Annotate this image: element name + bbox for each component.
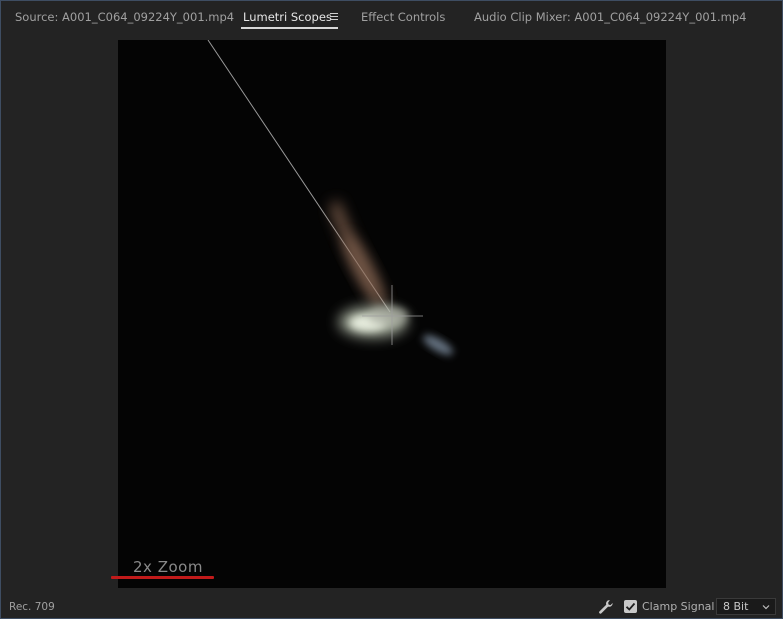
tab-effect-controls[interactable]: Effect Controls [361,10,445,24]
color-space-label: Rec. 709 [9,601,55,613]
zoom-label-annotation-underline [111,576,214,579]
tab-source[interactable]: Source: A001_C064_09224Y_001.mp4 [15,10,234,24]
checkmark-icon [625,602,636,611]
tab-audio-clip-mixer[interactable]: Audio Clip Mixer: A001_C064_09224Y_001.m… [474,10,747,24]
clamp-signal-label[interactable]: Clamp Signal [642,600,714,613]
active-tab-indicator [241,27,338,29]
chevron-down-icon [762,605,770,610]
panel-tab-bar: Source: A001_C064_09224Y_001.mp4 Lumetri… [1,1,782,33]
lumetri-scopes-panel: Source: A001_C064_09224Y_001.mp4 Lumetri… [0,0,783,619]
tab-lumetri-scopes[interactable]: Lumetri Scopes [243,10,332,24]
vectorscope-signal [330,200,454,355]
wrench-icon[interactable] [598,599,614,615]
zoom-level-label: 2x Zoom [133,558,203,576]
bit-depth-value: 8 Bit [723,600,749,613]
vectorscope-trace [207,40,454,355]
bit-depth-dropdown[interactable]: 8 Bit [716,598,776,615]
clamp-signal-checkbox[interactable] [624,600,637,613]
vectorscope-display: 2x Zoom [118,40,666,588]
panel-menu-icon[interactable] [330,13,338,20]
